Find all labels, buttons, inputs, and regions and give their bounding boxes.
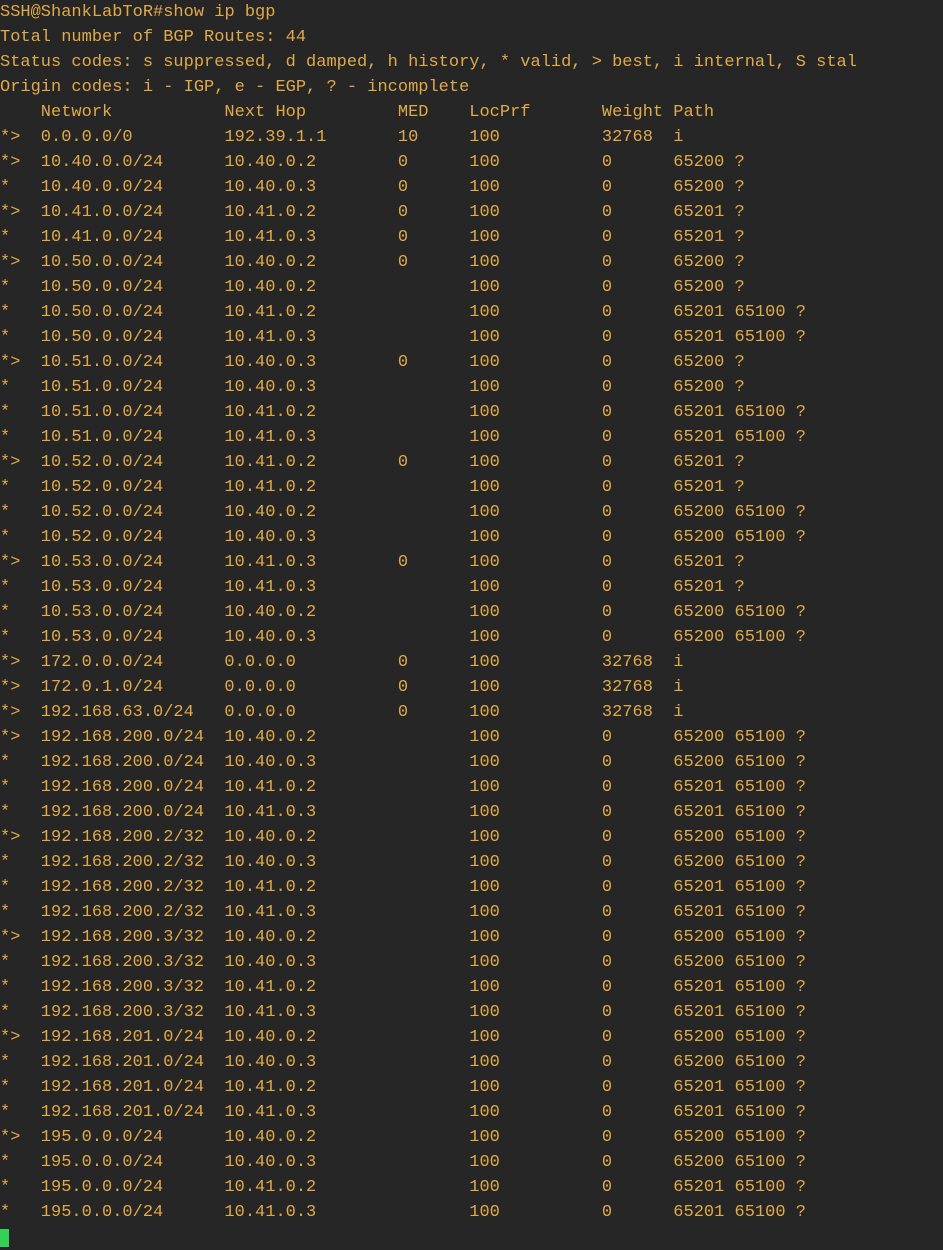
bgp-route-row: * 192.168.201.0/24 10.41.0.3 100 0 65201… [0,1103,806,1122]
bgp-route-row: * 10.52.0.0/24 10.40.0.3 100 0 65200 651… [0,528,806,547]
bgp-route-row: * 195.0.0.0/24 10.41.0.2 100 0 65201 651… [0,1178,806,1197]
bgp-route-row: * 192.168.200.3/32 10.41.0.3 100 0 65201… [0,1003,806,1022]
bgp-route-row: *> 10.40.0.0/24 10.40.0.2 0 100 0 65200 … [0,153,745,172]
bgp-route-row: * 10.50.0.0/24 10.41.0.3 100 0 65201 651… [0,328,806,347]
bgp-route-row: * 192.168.200.2/32 10.41.0.2 100 0 65201… [0,878,806,897]
terminal-output[interactable]: SSH@ShankLabToR#show ip bgp Total number… [0,0,943,1250]
bgp-route-row: * 10.53.0.0/24 10.40.0.2 100 0 65200 651… [0,603,806,622]
bgp-route-row: * 10.40.0.0/24 10.40.0.3 0 100 0 65200 ? [0,178,745,197]
bgp-route-row: * 10.41.0.0/24 10.41.0.3 0 100 0 65201 ? [0,228,745,247]
bgp-route-row: * 192.168.200.3/32 10.41.0.2 100 0 65201… [0,978,806,997]
bgp-route-row: *> 192.168.200.0/24 10.40.0.2 100 0 6520… [0,728,806,747]
bgp-route-row: *> 10.50.0.0/24 10.40.0.2 0 100 0 65200 … [0,253,745,272]
bgp-route-row: * 10.52.0.0/24 10.40.0.2 100 0 65200 651… [0,503,806,522]
bgp-route-row: *> 192.168.63.0/24 0.0.0.0 0 100 32768 i [0,703,684,722]
bgp-route-row: *> 172.0.1.0/24 0.0.0.0 0 100 32768 i [0,678,684,697]
bgp-route-row: * 195.0.0.0/24 10.41.0.3 100 0 65201 651… [0,1203,806,1222]
bgp-route-row: * 10.53.0.0/24 10.41.0.3 100 0 65201 ? [0,578,745,597]
bgp-route-row: *> 192.168.200.3/32 10.40.0.2 100 0 6520… [0,928,806,947]
bgp-route-row: *> 10.53.0.0/24 10.41.0.3 0 100 0 65201 … [0,553,745,572]
bgp-route-row: * 192.168.200.0/24 10.40.0.3 100 0 65200… [0,753,806,772]
bgp-route-row: *> 172.0.0.0/24 0.0.0.0 0 100 32768 i [0,653,684,672]
shell-prompt: SSH@ShankLabToR# [0,3,163,22]
bgp-route-row: * 10.53.0.0/24 10.40.0.3 100 0 65200 651… [0,628,806,647]
bgp-route-row: *> 10.51.0.0/24 10.40.0.3 0 100 0 65200 … [0,353,745,372]
bgp-route-row: * 192.168.200.3/32 10.40.0.3 100 0 65200… [0,953,806,972]
bgp-route-row: * 192.168.200.0/24 10.41.0.3 100 0 65201… [0,803,806,822]
bgp-route-row: *> 10.41.0.0/24 10.41.0.2 0 100 0 65201 … [0,203,745,222]
bgp-route-row: * 10.50.0.0/24 10.40.0.2 100 0 65200 ? [0,278,745,297]
command-text: show ip bgp [163,3,275,22]
bgp-route-row: * 195.0.0.0/24 10.40.0.3 100 0 65200 651… [0,1153,806,1172]
bgp-route-row: * 10.50.0.0/24 10.41.0.2 100 0 65201 651… [0,303,806,322]
origin-codes-line: Origin codes: i - IGP, e - EGP, ? - inco… [0,78,469,97]
total-routes-line: Total number of BGP Routes: 44 [0,28,306,47]
bgp-route-row: *> 10.52.0.0/24 10.41.0.2 0 100 0 65201 … [0,453,745,472]
bgp-route-row: * 192.168.201.0/24 10.41.0.2 100 0 65201… [0,1078,806,1097]
bgp-route-row: *> 195.0.0.0/24 10.40.0.2 100 0 65200 65… [0,1128,806,1147]
status-codes-line: Status codes: s suppressed, d damped, h … [0,53,857,72]
bgp-route-row: * 192.168.201.0/24 10.40.0.3 100 0 65200… [0,1053,806,1072]
cursor-icon [0,1229,9,1247]
bgp-route-row: * 192.168.200.2/32 10.41.0.3 100 0 65201… [0,903,806,922]
bgp-route-row: * 10.51.0.0/24 10.41.0.3 100 0 65201 651… [0,428,806,447]
bgp-route-row: *> 192.168.201.0/24 10.40.0.2 100 0 6520… [0,1028,806,1047]
bgp-table-header: Network Next Hop MED LocPrf Weight Path [0,103,714,122]
bgp-route-row: * 10.51.0.0/24 10.41.0.2 100 0 65201 651… [0,403,806,422]
bgp-route-row: * 192.168.200.0/24 10.41.0.2 100 0 65201… [0,778,806,797]
bgp-route-row: *> 0.0.0.0/0 192.39.1.1 10 100 32768 i [0,128,684,147]
bgp-route-row: * 192.168.200.2/32 10.40.0.3 100 0 65200… [0,853,806,872]
bgp-route-row: * 10.51.0.0/24 10.40.0.3 100 0 65200 ? [0,378,745,397]
bgp-route-row: * 10.52.0.0/24 10.41.0.2 100 0 65201 ? [0,478,745,497]
bgp-route-row: *> 192.168.200.2/32 10.40.0.2 100 0 6520… [0,828,806,847]
